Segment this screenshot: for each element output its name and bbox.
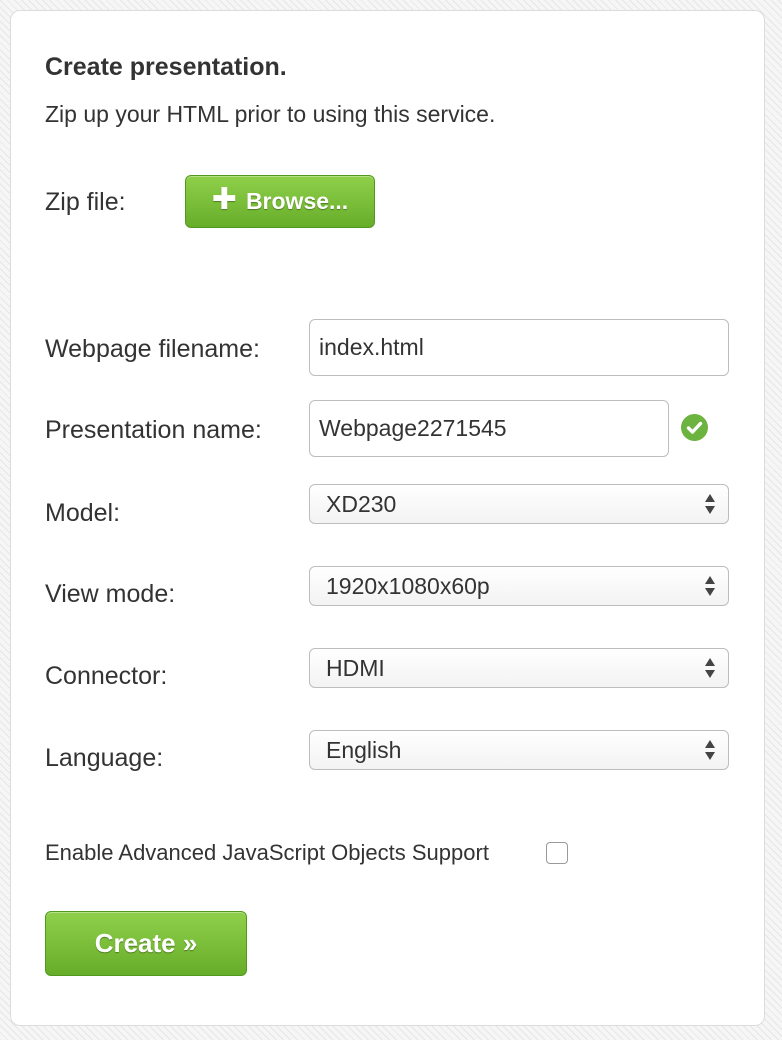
view-mode-select[interactable]: 1920x1080x60p xyxy=(309,566,729,606)
page-title: Create presentation. xyxy=(45,53,287,81)
updown-arrows-icon xyxy=(705,494,715,514)
connector-select-value: HDMI xyxy=(326,654,385,681)
updown-arrows-icon xyxy=(705,576,715,596)
language-select-value: English xyxy=(326,736,402,763)
model-label: Model: xyxy=(45,499,121,527)
model-select[interactable]: XD230 xyxy=(309,484,729,524)
create-presentation-panel: Create presentation. Zip up your HTML pr… xyxy=(10,10,765,1026)
language-label: Language: xyxy=(45,744,164,772)
advanced-js-checkbox[interactable] xyxy=(546,842,568,864)
zip-file-label: Zip file: xyxy=(45,188,126,216)
model-select-value: XD230 xyxy=(326,490,397,517)
view-mode-select-value: 1920x1080x60p xyxy=(326,572,490,599)
check-circle-icon xyxy=(681,414,708,441)
updown-arrows-icon xyxy=(705,740,715,760)
create-button[interactable]: Create » xyxy=(45,911,247,976)
create-button-label: Create » xyxy=(94,928,198,958)
presentation-name-input[interactable] xyxy=(309,400,669,457)
connector-select[interactable]: HDMI xyxy=(309,648,729,688)
browse-button[interactable]: ✚ Browse... xyxy=(185,175,375,228)
browse-button-label: Browse... xyxy=(245,188,349,214)
connector-label: Connector: xyxy=(45,662,168,690)
page-subtitle: Zip up your HTML prior to using this ser… xyxy=(45,101,496,127)
presentation-name-label: Presentation name: xyxy=(45,416,262,444)
plus-icon: ✚ xyxy=(211,183,237,216)
view-mode-label: View mode: xyxy=(45,580,176,608)
language-select[interactable]: English xyxy=(309,730,729,770)
webpage-filename-input[interactable] xyxy=(309,319,729,376)
updown-arrows-icon xyxy=(705,658,715,678)
webpage-filename-label: Webpage filename: xyxy=(45,335,260,363)
advanced-js-label: Enable Advanced JavaScript Objects Suppo… xyxy=(45,840,489,865)
